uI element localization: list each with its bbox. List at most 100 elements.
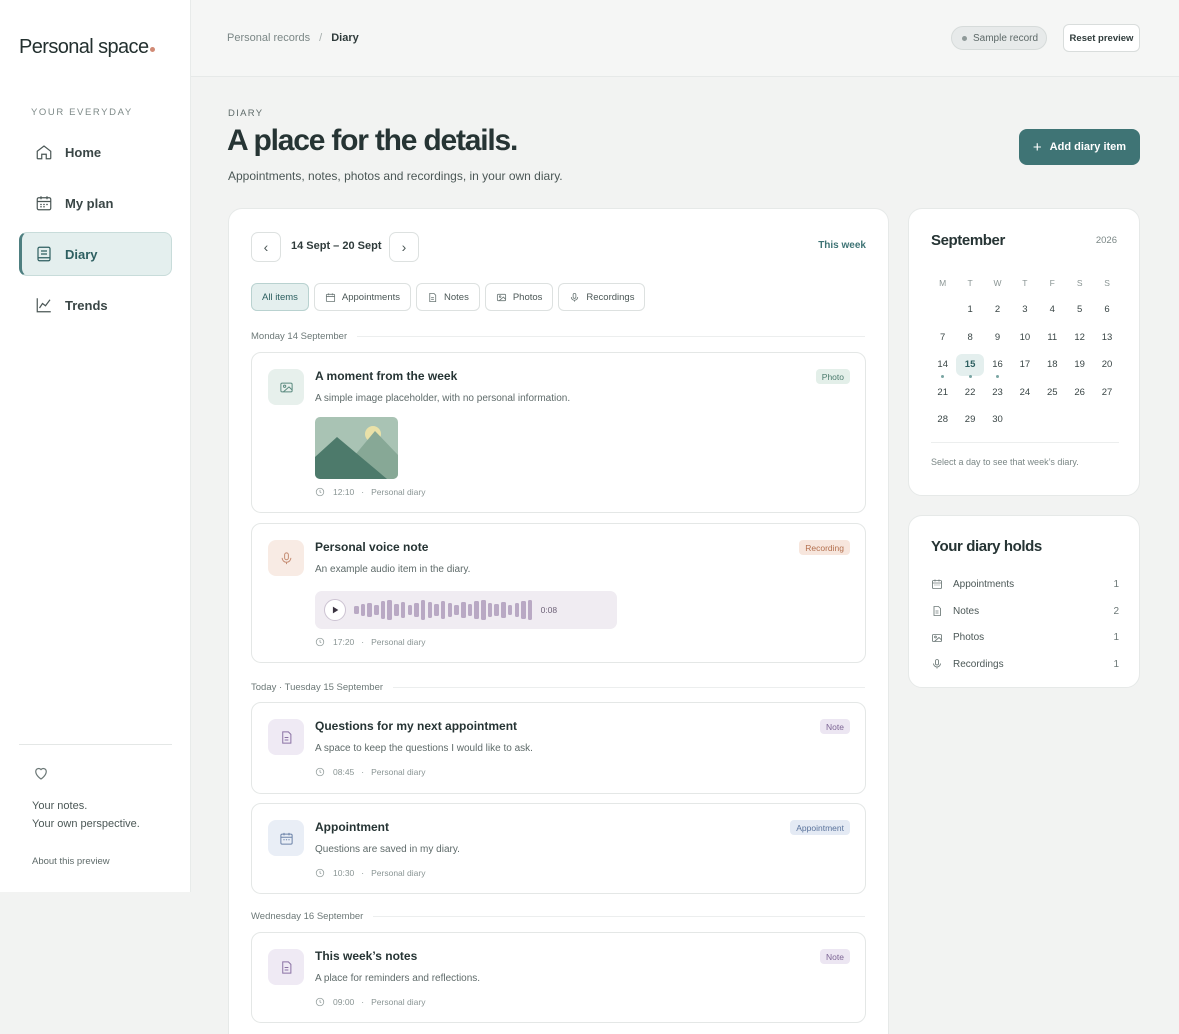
calendar-day[interactable]: 10 (1011, 327, 1038, 349)
sidebar-item-label: Trends (65, 297, 108, 313)
page-subtitle: Appointments, notes, photos and recordin… (228, 169, 563, 183)
sidebar-item-my-plan[interactable]: My plan (19, 181, 172, 225)
filter-notes[interactable]: Notes (416, 283, 480, 311)
filter-recordings[interactable]: Recordings (558, 283, 646, 311)
reset-preview-button[interactable]: Reset preview (1063, 24, 1140, 52)
waveform-bar (507, 605, 513, 615)
waveform-bar (427, 602, 433, 618)
day-heading: Wednesday 16 September (251, 911, 865, 922)
entry-meta: 17:20 · Personal diary (315, 637, 425, 647)
calendar-day[interactable]: 7 (929, 327, 956, 349)
diary-entry-recording[interactable]: Personal voice note Recording An example… (251, 523, 866, 663)
calendar-day[interactable]: 15 (956, 354, 984, 379)
diary-entry-appointment[interactable]: Appointment Appointment Questions are sa… (251, 803, 866, 894)
microphone-icon (571, 292, 579, 302)
breadcrumb-current: Diary (331, 32, 359, 44)
entry-time: 08:45 (333, 767, 355, 777)
calendar-day[interactable]: 11 (1039, 327, 1066, 349)
filter-label: Notes (444, 291, 469, 303)
play-button[interactable] (324, 599, 346, 621)
summary-row-recordings: Recordings 1 (931, 651, 1119, 678)
calendar-week-row: 14 15 16 17 18 19 20 (929, 352, 1121, 380)
calendar-icon (325, 292, 335, 302)
summary-row-notes: Notes 2 (931, 598, 1119, 625)
brand-logo[interactable]: Personal space (19, 36, 156, 59)
day-heading: Today · Tuesday 15 September (251, 682, 865, 693)
calendar-day[interactable]: 22 (956, 382, 983, 404)
calendar-day[interactable]: 4 (1039, 299, 1066, 321)
entry-type-badge: Appointment (790, 820, 850, 835)
next-week-button[interactable]: › (389, 232, 419, 262)
sidebar-divider (19, 744, 172, 745)
calendar-day[interactable]: 19 (1066, 354, 1093, 376)
diary-entry-photo[interactable]: A moment from the week Photo A simple im… (251, 352, 866, 513)
add-diary-item-button[interactable]: + Add diary item (1019, 129, 1140, 165)
filter-appointments[interactable]: Appointments (313, 283, 411, 311)
calendar-day[interactable]: 30 (984, 409, 1011, 431)
calendar-day[interactable]: 24 (1011, 382, 1038, 404)
filter-label: Appointments (341, 291, 400, 303)
filter-photos[interactable]: Photos (484, 283, 554, 311)
calendar-day[interactable]: 18 (1039, 354, 1066, 376)
heart-icon (35, 767, 47, 780)
calendar-day[interactable]: 28 (929, 409, 956, 431)
calendar-day[interactable]: 29 (956, 409, 983, 431)
calendar-day[interactable]: 16 (984, 354, 1011, 379)
diary-entry-note[interactable]: This week’s notes Note A place for remin… (251, 932, 866, 1023)
calendar-day[interactable]: 25 (1039, 382, 1066, 404)
sidebar-item-home[interactable]: Home (19, 130, 172, 174)
calendar-weekday: T (967, 277, 973, 288)
summary-label: Recordings (953, 658, 1004, 670)
calendar-day[interactable]: 13 (1093, 327, 1120, 349)
calendar-day[interactable]: 21 (929, 382, 956, 404)
entry-description: An example audio item in the diary. (315, 564, 471, 575)
about-link[interactable]: About this preview (32, 856, 110, 867)
waveform-bar (380, 601, 386, 619)
clock-icon (315, 868, 325, 878)
calendar-day[interactable]: 12 (1066, 327, 1093, 349)
calendar-day[interactable]: 2 (984, 299, 1011, 321)
calendar-day[interactable]: 26 (1066, 382, 1093, 404)
filter-all-items[interactable]: All items (251, 283, 309, 311)
waveform-bar (481, 600, 486, 620)
microphone-icon (933, 659, 941, 669)
calendar-weekday: F (1049, 277, 1055, 288)
calendar-day[interactable]: 3 (1011, 299, 1038, 321)
day-label: Today · Tuesday 15 September (251, 682, 384, 693)
calendar-day[interactable]: 23 (984, 382, 1011, 404)
quote-line: Your own perspective. (32, 818, 140, 830)
calendar-day[interactable]: 5 (1066, 299, 1093, 321)
breadcrumb-parent[interactable]: Personal records (227, 32, 310, 44)
entry-type-badge: Note (820, 719, 850, 734)
calendar-day[interactable]: 20 (1093, 354, 1120, 376)
sidebar-nav: Home My plan Diary Trends (19, 130, 172, 334)
photo-placeholder[interactable] (315, 417, 398, 479)
calendar-day[interactable]: 9 (984, 327, 1011, 349)
calendar-day[interactable]: 1 (956, 299, 983, 321)
calendar-day[interactable]: 8 (956, 327, 983, 349)
previous-week-button[interactable]: ‹ (251, 232, 281, 262)
brand-name: Personal space (19, 36, 149, 58)
entry-icon (268, 540, 304, 576)
entry-icon (268, 369, 304, 405)
this-week-link[interactable]: This week (818, 240, 866, 251)
entry-icon (268, 949, 304, 985)
diary-entry-note[interactable]: Questions for my next appointment Note A… (251, 702, 866, 794)
summary-row-photos: Photos 1 (931, 624, 1119, 651)
audio-player: 0:08 (315, 591, 617, 629)
sidebar-section-label: YOUR EVERYDAY (31, 107, 133, 118)
calendar-weekday: S (1104, 277, 1110, 288)
waveform-bar (461, 602, 466, 618)
sidebar-item-trends[interactable]: Trends (19, 283, 172, 327)
calendar-day[interactable]: 17 (1011, 354, 1038, 376)
entry-type-badge: Recording (799, 540, 850, 555)
topbar: Personal records / Diary Sample record Res… (191, 0, 1179, 77)
entry-title: Appointment (315, 820, 389, 834)
calendar-day[interactable]: 27 (1093, 382, 1120, 404)
entry-title: A moment from the week (315, 369, 458, 383)
calendar-day[interactable]: 14 (929, 354, 956, 379)
calendar-day[interactable]: 6 (1093, 299, 1120, 321)
waveform-bar (514, 603, 519, 617)
sidebar-item-diary[interactable]: Diary (19, 232, 172, 276)
audio-waveform[interactable] (354, 598, 535, 622)
